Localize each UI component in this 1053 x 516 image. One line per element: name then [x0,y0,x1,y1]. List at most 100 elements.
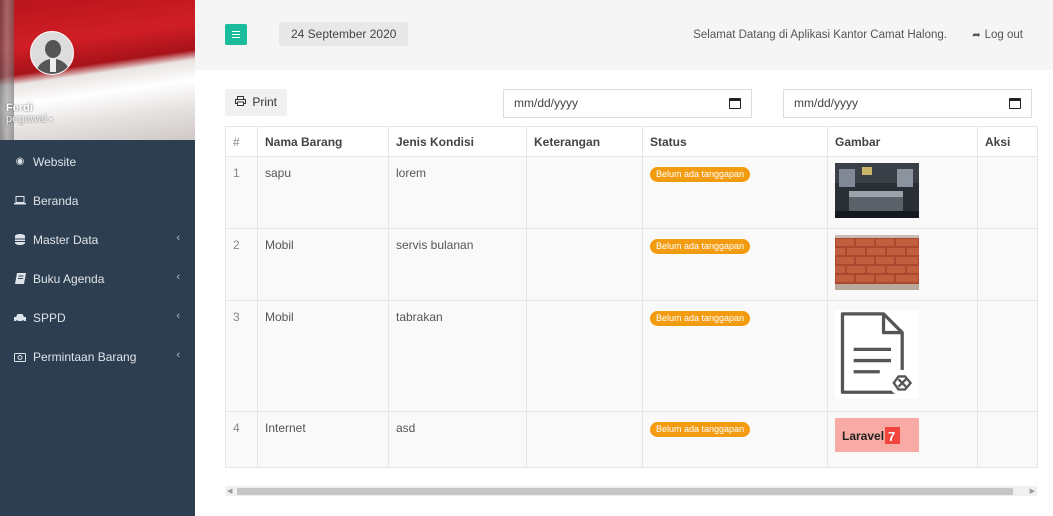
cell-keterangan [526,156,643,229]
logout-label: Log out [984,29,1023,41]
date-from-placeholder: mm/dd/yyyy [514,96,579,110]
sidebar-item-beranda[interactable]: Beranda [0,181,195,220]
sidebar-menu: ◉ Website Beranda Master Data ‹ Buku Age… [0,142,195,376]
camera-icon [13,352,27,362]
book-icon [13,273,27,284]
laravel-7-logo[interactable]: Laravel 7 [835,418,919,452]
cell-keterangan [526,300,643,412]
sidebar-item-sppd[interactable]: SPPD ‹ [0,298,195,337]
logout-link[interactable]: ➦ Log out [972,29,1023,41]
sidebar-item-permintaan-barang[interactable]: Permintaan Barang ‹ [0,337,195,376]
status-badge: Belum ada tanggapan [650,422,751,437]
print-button[interactable]: Print [225,89,288,116]
sidebar-item-label: Master Data [33,232,99,247]
cell-no: 4 [225,411,258,468]
topbar: 24 September 2020 Selamat Datang di Apli… [195,0,1053,70]
globe-icon: ◉ [15,156,25,167]
horizontal-scrollbar[interactable]: ◀ ▶ [225,486,1037,496]
calendar-icon[interactable] [1009,98,1021,109]
status-badge: Belum ada tanggapan [650,239,751,254]
table-row: 1 sapu lorem Belum ada tanggapan [225,156,1038,229]
scrollbar-thumb[interactable] [237,488,1013,495]
date-from-input[interactable]: mm/dd/yyyy [503,89,752,118]
cell-nama-barang: Mobil [257,228,389,301]
column-header-aksi: Aksi [977,126,1038,157]
cell-status: Belum ada tanggapan [642,156,828,229]
cell-jenis-kondisi: tabrakan [388,300,527,412]
cell-nama-barang: Internet [257,411,389,468]
sign-out-icon: ➦ [972,30,981,41]
table-header-row: # Nama Barang Jenis Kondisi Keterangan S… [225,126,1038,157]
chevron-left-icon: ‹ [176,271,180,283]
broken-file-icon[interactable] [835,307,919,402]
table-row: 3 Mobil tabrakan Belum ada tanggapan [225,300,1038,412]
cell-no: 3 [225,300,258,412]
cell-keterangan [526,411,643,468]
current-date: 24 September 2020 [279,22,409,46]
table-row: 4 Internet asd Belum ada tanggapan Larav… [225,411,1038,468]
cell-aksi [977,156,1038,229]
cell-nama-barang: sapu [257,156,389,229]
cell-status: Belum ada tanggapan [642,300,828,412]
chevron-left-icon: ‹ [176,349,180,361]
cell-nama-barang: Mobil [257,300,389,412]
scroll-left-arrow-icon[interactable]: ◀ [227,487,232,495]
table-row: 2 Mobil servis bulanan Belum ada tanggap… [225,228,1038,301]
chevron-left-icon: ‹ [176,310,180,322]
status-badge: Belum ada tanggapan [650,311,751,326]
cell-jenis-kondisi: lorem [388,156,527,229]
profile-panel: Ferdi pegawai ▾ [0,0,195,140]
cell-gambar: Laravel 7 [827,411,978,468]
cell-jenis-kondisi: servis bulanan [388,228,527,301]
toolbar: Print mm/dd/yyyy mm/dd/yyyy [225,89,1037,119]
status-badge: Belum ada tanggapan [650,167,751,182]
sidebar: Ferdi pegawai ▾ ◉ Website Beranda Master … [0,0,195,516]
bedroom-photo-thumbnail[interactable] [835,163,919,218]
column-header-nama-barang: Nama Barang [257,126,389,157]
avatar[interactable] [30,31,74,75]
column-header-gambar: Gambar [827,126,978,157]
column-header-jenis-kondisi: Jenis Kondisi [388,126,527,157]
date-to-placeholder: mm/dd/yyyy [794,96,859,110]
print-label: Print [252,95,278,109]
cell-aksi [977,228,1038,301]
chevron-left-icon: ‹ [176,232,180,244]
cell-gambar [827,300,978,412]
cell-jenis-kondisi: asd [388,411,527,468]
cell-status: Belum ada tanggapan [642,228,828,301]
sidebar-item-master-data[interactable]: Master Data ‹ [0,220,195,259]
column-header-status: Status [642,126,828,157]
sidebar-item-label: Buku Agenda [33,271,105,286]
cell-no: 1 [225,156,258,229]
welcome-text: Selamat Datang di Aplikasi Kantor Camat … [693,29,947,41]
sidebar-item-label: Permintaan Barang [33,349,137,364]
calendar-icon[interactable] [729,98,741,109]
scroll-right-arrow-icon[interactable]: ▶ [1030,487,1035,495]
main-content: Print mm/dd/yyyy mm/dd/yyyy # Nama Baran… [195,70,1053,516]
caret-down-icon: ▾ [48,115,53,124]
svg-text:7: 7 [888,429,895,444]
database-icon [13,234,27,245]
cell-gambar [827,228,978,301]
car-icon [13,313,27,323]
sidebar-toggle-button[interactable] [225,24,247,45]
cell-gambar [827,156,978,229]
cell-aksi [977,300,1038,412]
column-header-no: # [225,126,258,157]
brick-wall-photo-thumbnail[interactable] [835,235,919,290]
user-role: pegawai [6,113,47,125]
svg-text:Laravel: Laravel [842,429,884,443]
sidebar-item-buku-agenda[interactable]: Buku Agenda ‹ [0,259,195,298]
permintaan-barang-table: # Nama Barang Jenis Kondisi Keterangan S… [225,126,1038,468]
sidebar-item-label: Website [33,154,77,169]
sidebar-item-label: Beranda [33,193,79,208]
date-to-input[interactable]: mm/dd/yyyy [783,89,1032,118]
column-header-keterangan: Keterangan [526,126,643,157]
user-role-dropdown[interactable]: pegawai ▾ [6,113,53,125]
laptop-icon [13,196,27,205]
menu-bars-icon [232,31,240,38]
cell-aksi [977,411,1038,468]
sidebar-item-website[interactable]: ◉ Website [0,142,195,181]
cell-no: 2 [225,228,258,301]
sidebar-item-label: SPPD [33,310,66,325]
